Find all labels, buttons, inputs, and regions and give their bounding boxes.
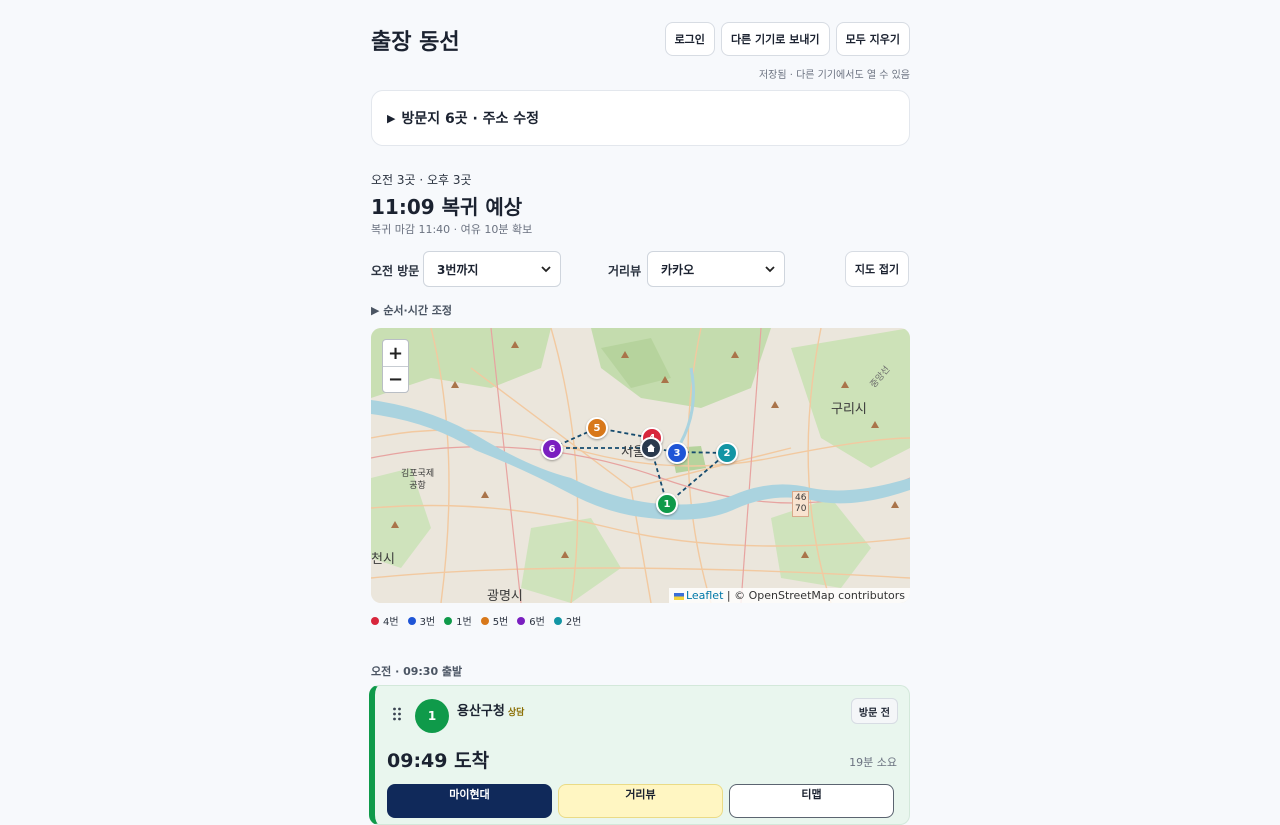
legend-item: 6번	[517, 613, 545, 628]
distance-view-label: 거리뷰	[608, 264, 642, 278]
drag-handle-icon[interactable]	[392, 707, 402, 721]
visit-split: 오전 3곳 · 오후 3곳	[371, 173, 472, 187]
schedule-section-head: 오전 · 09:30 출발	[371, 665, 463, 678]
legend-dot	[480, 616, 489, 625]
home-icon[interactable]	[640, 437, 662, 459]
map-pin-5[interactable]: 5	[586, 417, 608, 439]
legend-label: 4번	[383, 617, 399, 628]
legend-dot	[407, 616, 416, 625]
legend-label: 1번	[456, 617, 472, 628]
expand-arrow-icon: ▶	[387, 111, 396, 125]
legend-item: 2번	[553, 613, 582, 628]
morning-visit-value: 3번까지	[437, 262, 479, 277]
page-title: 출장 동선	[371, 30, 460, 55]
osm-attribution: | © OpenStreetMap contributors	[723, 589, 905, 602]
save-status: 저장됨 · 다른 기기에서도 열 수 있음	[758, 70, 910, 81]
map-pin-2[interactable]: 2	[716, 442, 738, 464]
controls-row: 오전 방문 3번까지 거리뷰 카카오 지도 접기	[371, 251, 910, 287]
reorder-toggle[interactable]: ▶ 순서·시간 조정	[371, 302, 452, 318]
stop-number-badge: 1	[415, 699, 449, 733]
myhyundai-button[interactable]: 마이현대	[387, 784, 552, 818]
navigation-buttons: 마이현대 거리뷰 티맵	[387, 784, 894, 818]
legend-dot	[553, 616, 562, 625]
map-pin-6[interactable]: 6	[541, 438, 563, 460]
legend-dot	[444, 616, 453, 625]
zoom-control: + −	[382, 339, 409, 393]
visits-toggle[interactable]: ▶ 방문지 6곳 · 주소 수정	[371, 90, 910, 146]
legend-item: 4번	[371, 613, 399, 628]
ukraine-flag-icon	[673, 592, 684, 600]
street-view-button[interactable]: 거리뷰	[558, 784, 723, 818]
send-to-device-button[interactable]: 다른 기기로 보내기	[720, 22, 830, 56]
stop-name: 용산구청 상담	[457, 700, 524, 719]
map-legend: 4번 3번 1번 5번 6번 2번	[371, 613, 581, 628]
map-label-gimpo-airport: 김포국제 공항	[401, 469, 435, 491]
map-label-gwangmyeong: 광명시	[487, 589, 523, 603]
visits-toggle-label: 방문지 6곳 · 주소 수정	[401, 111, 540, 127]
legend-label: 6번	[529, 617, 545, 628]
map-attribution: Leaflet | © OpenStreetMap contributors	[668, 588, 910, 603]
login-button[interactable]: 로그인	[664, 22, 715, 56]
chevron-down-icon	[541, 266, 551, 273]
tmap-button[interactable]: 티맵	[729, 784, 894, 818]
visit-status-button[interactable]: 방문 전	[850, 698, 898, 724]
legend-item: 3번	[407, 613, 436, 628]
header: 출장 동선 로그인 다른 기기로 보내기 모두 지우기	[371, 20, 910, 60]
map-pin-1[interactable]: 1	[656, 493, 678, 515]
route-map[interactable]: 구리시 김포국제 공항 광명시 천시 서울 46 70 중앙선 + − 1 2 …	[371, 328, 910, 603]
fold-map-button[interactable]: 지도 접기	[845, 251, 909, 287]
home-glyph	[647, 444, 655, 452]
morning-visit-label: 오전 방문	[371, 264, 420, 278]
legend-item: 1번	[444, 613, 472, 628]
zoom-out-button[interactable]: −	[383, 366, 408, 392]
stop-tag: 상담	[507, 708, 525, 718]
legend-dot	[517, 616, 526, 625]
legend-label: 2번	[565, 617, 582, 628]
map-label-bucheon: 천시	[371, 552, 395, 567]
header-actions: 로그인 다른 기기로 보내기 모두 지우기	[664, 22, 910, 56]
leaflet-link[interactable]: Leaflet	[686, 589, 723, 602]
map-tiles	[371, 328, 910, 603]
travel-duration: 19분 소요	[849, 756, 897, 769]
zoom-in-button[interactable]: +	[383, 340, 408, 366]
map-pin-3[interactable]: 3	[666, 442, 688, 464]
legend-dot	[371, 616, 379, 625]
stop-card: 1 용산구청 상담 방문 전 09:49 도착 19분 소요 마이현대 거리뷰 티…	[369, 685, 910, 825]
reorder-label: 순서·시간 조정	[383, 304, 453, 317]
distance-view-select[interactable]: 카카오	[647, 251, 785, 287]
map-label-guri: 구리시	[831, 402, 867, 417]
arrival-time: 09:49 도착	[387, 750, 490, 772]
distance-view-value: 카카오	[661, 262, 695, 277]
expand-arrow-icon: ▶	[371, 304, 380, 317]
legend-label: 3번	[419, 617, 436, 628]
clear-all-button[interactable]: 모두 지우기	[835, 22, 910, 56]
stop-name-text: 용산구청	[457, 704, 505, 719]
legend-label: 5번	[492, 617, 509, 628]
deadline-note: 복귀 마감 11:40 · 여유 10분 확보	[371, 223, 533, 236]
return-estimate: 11:09 복귀 예상	[371, 195, 523, 219]
legend-item: 5번	[480, 613, 509, 628]
chevron-down-icon	[765, 266, 775, 273]
map-route-shield: 46 70	[792, 491, 810, 517]
morning-visit-select[interactable]: 3번까지	[423, 251, 561, 287]
